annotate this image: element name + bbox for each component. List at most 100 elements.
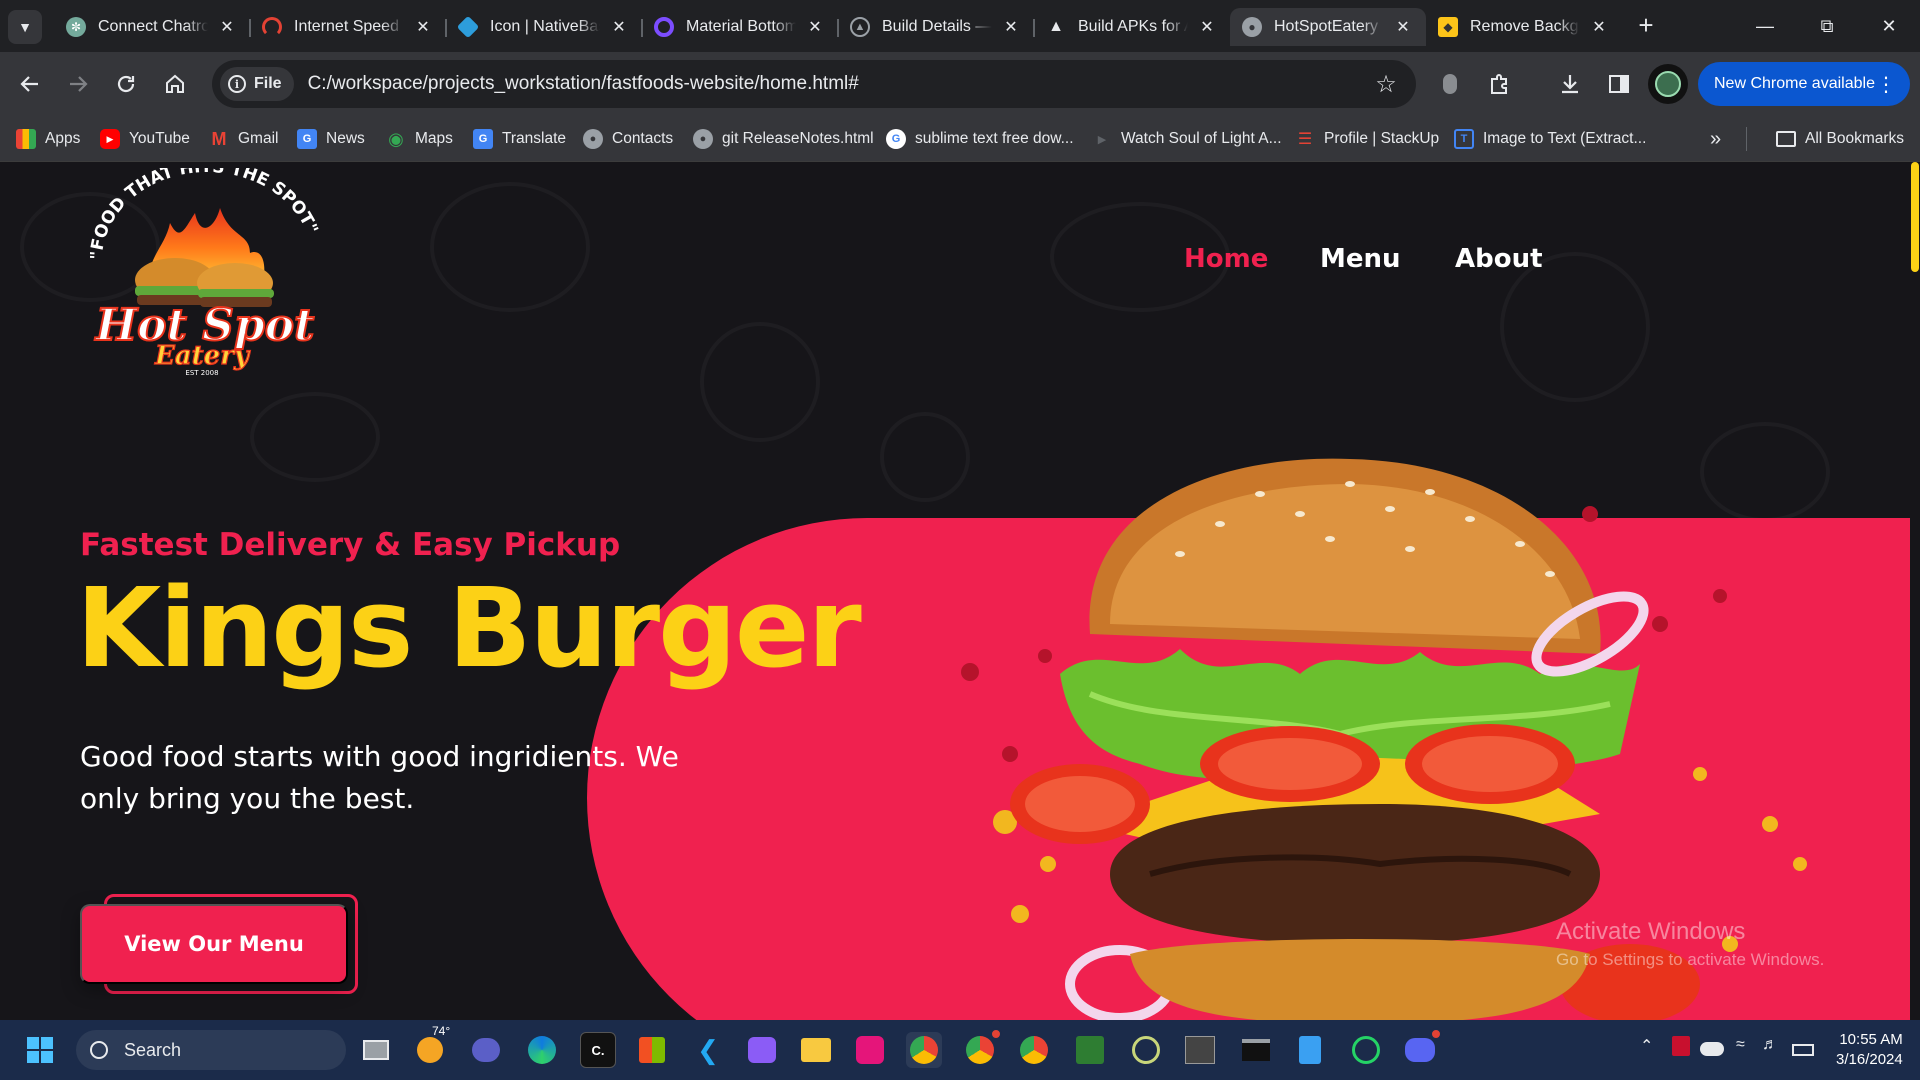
page-scrollbar[interactable] [1910, 162, 1920, 1020]
more-bookmarks-button[interactable]: » [1710, 124, 1721, 154]
tab-hotspoteatery[interactable]: ● HotSpotEatery ✕ [1230, 8, 1426, 46]
onedrive-cloud-icon[interactable] [1700, 1042, 1724, 1056]
bookmark-apps[interactable]: Apps [16, 124, 80, 154]
taskbar-whatsapp[interactable] [1348, 1032, 1384, 1068]
taskbar-chrome-profile-2[interactable] [962, 1028, 1002, 1068]
tab-build-details[interactable]: ▲ Build Details — Expo ✕ [838, 8, 1035, 46]
downloads-button[interactable] [1550, 64, 1590, 104]
restore-button[interactable]: ⧉ [1796, 0, 1858, 52]
close-icon[interactable]: ✕ [1588, 16, 1610, 38]
tab-remove-background[interactable]: ◆ Remove Background ✕ [1426, 8, 1622, 46]
taskbar-chrome-profile-3[interactable] [1016, 1032, 1052, 1068]
tab-build-apks[interactable]: ▲ Build APKs for Android ✕ [1034, 8, 1230, 46]
extension-button[interactable] [1430, 64, 1470, 104]
start-button[interactable] [22, 1032, 58, 1068]
tab-title: Internet Speed Test [294, 18, 404, 35]
taskbar-vscode[interactable]: ❮ [690, 1032, 726, 1068]
tab-search-button[interactable]: ▼ [8, 10, 42, 44]
forward-button[interactable] [58, 64, 98, 104]
tab-title: HotSpotEatery [1274, 18, 1379, 35]
hotspot-logo[interactable]: "FOOD THAT HITS THE SPOT" Hot Spot Eater… [90, 168, 320, 378]
bookmark-maps[interactable]: ◉ Maps [386, 124, 453, 154]
taskbar-edge[interactable] [524, 1032, 560, 1068]
browser-toolbar: i File C:/workspace/projects_workstation… [0, 52, 1920, 116]
taskbar-chrome-active[interactable] [906, 1032, 942, 1068]
profile-button[interactable] [1648, 64, 1688, 104]
view-menu-button[interactable]: View Our Menu [80, 904, 348, 984]
bookmark-stackup-profile[interactable]: ☰ Profile | StackUp [1295, 124, 1439, 154]
reload-button[interactable] [106, 64, 146, 104]
address-bar[interactable]: i File C:/workspace/projects_workstation… [212, 60, 1416, 108]
bookmark-git-release-notes[interactable]: ● git ReleaseNotes.html [693, 124, 874, 154]
close-icon[interactable]: ✕ [1000, 16, 1022, 38]
bookmark-gmail[interactable]: M Gmail [209, 124, 279, 154]
tray-app-icon[interactable] [1672, 1036, 1690, 1056]
all-bookmarks-button[interactable]: All Bookmarks [1776, 124, 1904, 154]
hero-description: Good food starts with good ingridients. … [80, 740, 679, 815]
extensions-button[interactable] [1480, 64, 1520, 104]
scrollbar-thumb[interactable] [1911, 162, 1919, 272]
update-label: New Chrome available [1714, 75, 1875, 92]
download-icon [1562, 75, 1578, 94]
wifi-icon[interactable]: ≈ [1736, 1036, 1745, 1054]
bookmark-translate[interactable]: G Translate [473, 124, 566, 154]
taskbar-terminal-app[interactable]: C. [580, 1032, 616, 1068]
tab-connect-chatroom[interactable]: ✼ Connect Chatroom ✕ [54, 8, 251, 46]
bookmarks-divider [1746, 127, 1747, 151]
tab-internet-speed-test[interactable]: Internet Speed Test ✕ [250, 8, 447, 46]
nav-menu[interactable]: Menu [1320, 244, 1401, 274]
bookmark-contacts[interactable]: ● Contacts [583, 124, 673, 154]
taskbar-file-explorer[interactable] [798, 1032, 834, 1068]
taskbar-visual-studio[interactable] [744, 1032, 780, 1068]
site-info-chip[interactable]: i File [220, 67, 294, 101]
volume-icon[interactable]: ♬ [1762, 1036, 1778, 1054]
chevron-double-right-icon: » [1710, 127, 1722, 150]
command-prompt-icon [1242, 1039, 1270, 1061]
bookmark-star-icon[interactable]: ☆ [1366, 70, 1406, 99]
tab-nativebase[interactable]: Icon | NativeBase ✕ [446, 8, 643, 46]
minimize-button[interactable]: — [1734, 0, 1796, 52]
system-clock[interactable]: 10:55 AM 3/16/2024 [1836, 1030, 1903, 1070]
bookmark-label: Apps [45, 130, 81, 147]
close-window-button[interactable]: ✕ [1858, 0, 1920, 52]
reload-icon [117, 75, 135, 93]
close-icon[interactable]: ✕ [608, 16, 630, 38]
more-vert-icon[interactable]: ⋮ [1876, 72, 1896, 97]
tab-title: Material Bottom Tabs [686, 18, 796, 35]
taskbar-webstorm[interactable] [852, 1032, 888, 1068]
close-icon[interactable]: ✕ [216, 16, 238, 38]
task-view-button[interactable] [358, 1032, 394, 1068]
bookmark-watch-soul-of-light[interactable]: ▶ Watch Soul of Light A... [1092, 124, 1282, 154]
back-button[interactable] [10, 64, 50, 104]
update-chrome-button[interactable]: New Chrome available ⋮ [1698, 62, 1910, 106]
bookmark-youtube[interactable]: ▶ YouTube [100, 124, 190, 154]
taskbar-search[interactable]: Search [76, 1030, 346, 1070]
new-tab-button[interactable]: + [1628, 8, 1664, 44]
bookmark-news[interactable]: G News [297, 124, 365, 154]
url-text[interactable]: C:/workspace/projects_workstation/fastfo… [308, 73, 1366, 95]
close-icon[interactable]: ✕ [804, 16, 826, 38]
weather-temperature: 74° [432, 1024, 451, 1038]
close-icon[interactable]: ✕ [1196, 16, 1218, 38]
taskbar-app-c[interactable] [1128, 1032, 1164, 1068]
taskbar-meet[interactable] [468, 1032, 504, 1068]
taskbar-cmd[interactable] [1238, 1032, 1274, 1068]
bookmark-sublime-text[interactable]: G sublime text free dow... [886, 124, 1074, 154]
taskbar-discord[interactable] [1402, 1028, 1442, 1068]
close-icon[interactable]: ✕ [1392, 16, 1414, 38]
chrome-icon [1020, 1036, 1048, 1064]
taskbar-game-app[interactable] [1182, 1032, 1218, 1068]
taskbar-notepad[interactable] [1292, 1032, 1328, 1068]
material-icon [654, 17, 674, 37]
taskbar-sheets-app[interactable] [1072, 1032, 1108, 1068]
show-hidden-icons-chevron-icon[interactable]: ⌃ [1640, 1036, 1653, 1056]
home-button[interactable] [155, 64, 195, 104]
nav-about[interactable]: About [1455, 244, 1543, 274]
close-icon[interactable]: ✕ [412, 16, 434, 38]
taskbar-store[interactable] [634, 1032, 670, 1068]
tab-material-bottom-tabs[interactable]: Material Bottom Tabs ✕ [642, 8, 839, 46]
side-panel-button[interactable] [1599, 64, 1639, 104]
bookmark-image-to-text[interactable]: T Image to Text (Extract... [1454, 124, 1646, 154]
nav-home[interactable]: Home [1184, 244, 1268, 274]
battery-icon[interactable] [1792, 1044, 1814, 1056]
